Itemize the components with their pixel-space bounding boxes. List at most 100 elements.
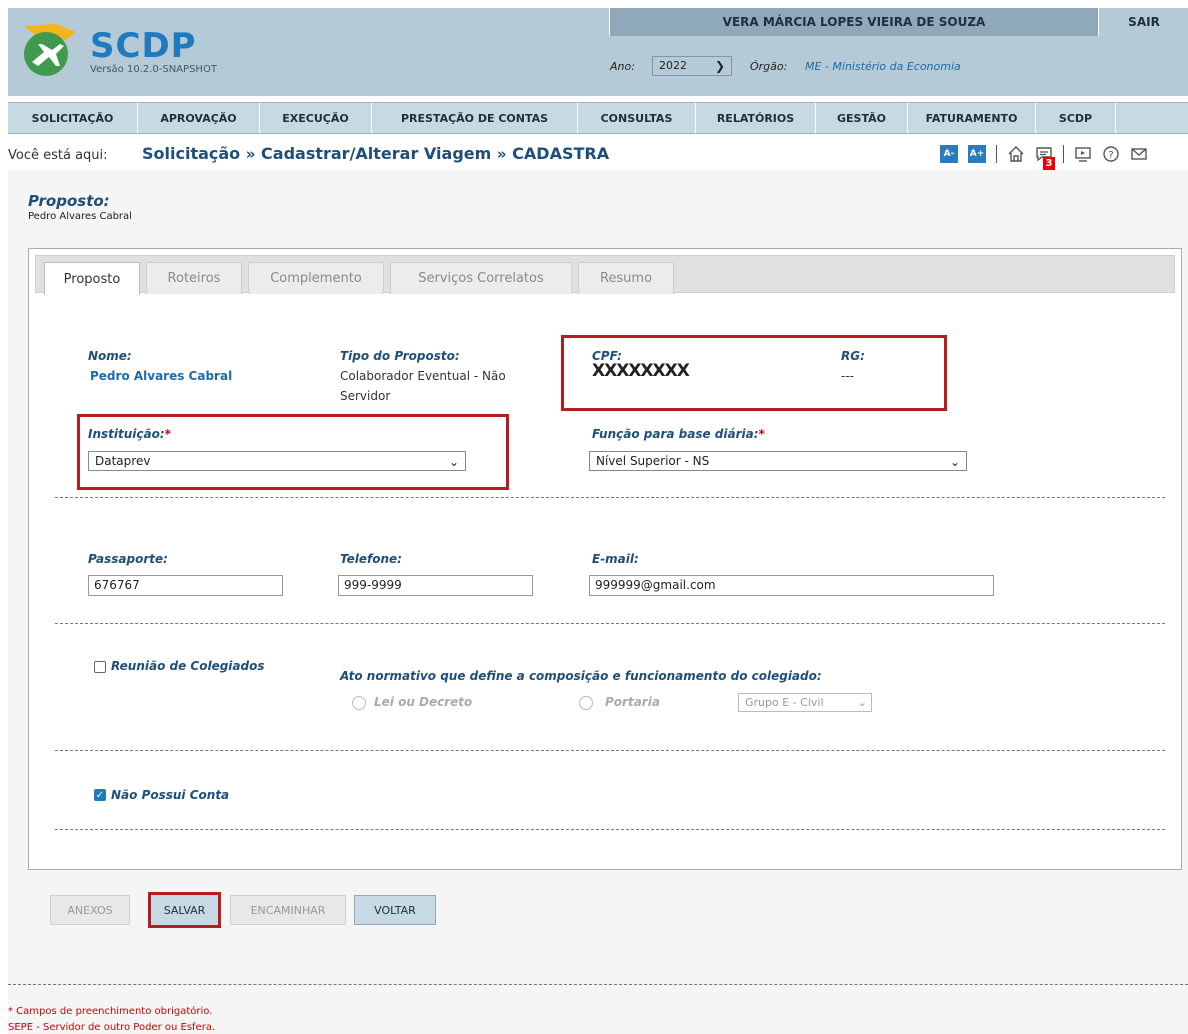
required-mark: * xyxy=(164,427,171,441)
font-decrease-button[interactable]: A- xyxy=(940,145,958,163)
funcao-select[interactable]: Nível Superior - NS ⌄ xyxy=(589,451,967,471)
section-divider xyxy=(55,829,1165,830)
breadcrumb-separator: » xyxy=(245,145,256,163)
nome-label: Nome: xyxy=(88,349,132,363)
menu-item-scdp[interactable]: SCDP xyxy=(1036,103,1116,133)
menu-item-solicitacao[interactable]: SOLICITAÇÃO xyxy=(8,103,138,133)
menu-item-consultas[interactable]: CONSULTAS xyxy=(578,103,696,133)
chevron-down-icon: ❯ xyxy=(714,59,725,73)
required-note: * Campos de preenchimento obrigatório. xyxy=(8,1006,213,1017)
messages-count-badge: 3 xyxy=(1043,157,1055,170)
footnotes: * Campos de preenchimento obrigatório. S… xyxy=(8,1004,215,1034)
tab-complemento[interactable]: Complemento xyxy=(248,262,384,294)
required-mark: * xyxy=(758,427,765,441)
email-input[interactable]: 999999@gmail.com xyxy=(589,575,994,596)
section-divider xyxy=(55,750,1165,751)
section-divider xyxy=(55,497,1165,498)
tab-proposto[interactable]: Proposto xyxy=(44,262,140,295)
tab-servicos-correlatos[interactable]: Serviços Correlatos xyxy=(390,262,572,294)
chevron-down-icon: ⌄ xyxy=(448,455,459,469)
main-menu: SOLICITAÇÃO APROVAÇÃO EXECUÇÃO PRESTAÇÃO… xyxy=(8,102,1188,134)
rg-value: --- xyxy=(841,369,854,383)
app-header: SCDP Versão 10.2.0-SNAPSHOT VERA MÁRCIA … xyxy=(8,8,1188,96)
menu-item-execucao[interactable]: EXECUÇÃO xyxy=(260,103,372,133)
voltar-button[interactable]: VOLTAR xyxy=(354,895,436,925)
proposto-title: Proposto: xyxy=(28,192,110,210)
nome-value: Pedro Alvares Cabral xyxy=(90,369,233,383)
toolbar-divider xyxy=(1063,145,1064,163)
font-increase-button[interactable]: A+ xyxy=(968,145,986,163)
email-label: E-mail: xyxy=(592,552,639,566)
portaria-radio[interactable] xyxy=(579,696,593,710)
toolbar: A- A+ 3 ? xyxy=(940,143,1148,170)
scdp-logo-icon xyxy=(24,24,76,76)
org-label: Órgão: xyxy=(750,60,788,73)
chevron-down-icon: ⌄ xyxy=(949,455,960,469)
tab-resumo[interactable]: Resumo xyxy=(578,262,674,294)
app-version: Versão 10.2.0-SNAPSHOT xyxy=(90,64,217,75)
toolbar-divider xyxy=(996,145,997,163)
telefone-input[interactable]: 999-9999 xyxy=(338,575,533,596)
anexos-button[interactable]: ANEXOS xyxy=(50,895,130,925)
ato-normativo-label: Ato normativo que define a composição e … xyxy=(340,669,822,683)
grupo-select[interactable]: Grupo E - Civil ⌄ xyxy=(738,693,872,712)
grupo-value: Grupo E - Civil xyxy=(745,696,824,709)
tab-roteiros[interactable]: Roteiros xyxy=(146,262,242,294)
tipo-proposto-label: Tipo do Proposto: xyxy=(340,349,460,363)
lei-decreto-radio[interactable] xyxy=(352,696,366,710)
sepe-note: SEPE - Servidor de outro Poder ou Esfera… xyxy=(8,1022,216,1033)
tipo-proposto-value: Colaborador Eventual - Não Servidor xyxy=(340,369,506,403)
tab-bar: Proposto Roteiros Complemento Serviços C… xyxy=(35,255,1175,295)
logout-link[interactable]: SAIR xyxy=(1100,8,1188,36)
instituicao-value: Dataprev xyxy=(95,454,151,468)
funcao-label-text: Função para base diária: xyxy=(592,427,759,441)
menu-item-aprovacao[interactable]: APROVAÇÃO xyxy=(138,103,260,133)
portaria-label: Portaria xyxy=(605,695,660,709)
menu-item-prestacao-contas[interactable]: PRESTAÇÃO DE CONTAS xyxy=(372,103,578,133)
year-value: 2022 xyxy=(659,59,687,72)
reuniao-label: Reunião de Colegiados xyxy=(111,659,265,673)
org-link[interactable]: ME - Ministério da Economia xyxy=(805,60,961,73)
messages-button[interactable]: 3 xyxy=(1035,145,1055,170)
user-name: VERA MÁRCIA LOPES VIEIRA DE SOUZA xyxy=(609,8,1099,36)
form-panel: Proposto Roteiros Complemento Serviços C… xyxy=(28,248,1182,870)
svg-text:?: ? xyxy=(1108,150,1113,161)
home-icon[interactable] xyxy=(1007,145,1025,163)
passaporte-input[interactable]: 676767 xyxy=(88,575,283,596)
telefone-label: Telefone: xyxy=(340,552,402,566)
menu-item-faturamento[interactable]: FATURAMENTO xyxy=(908,103,1036,133)
lei-decreto-label: Lei ou Decreto xyxy=(374,695,473,709)
instituicao-label-text: Instituição: xyxy=(88,427,165,441)
menu-item-relatorios[interactable]: RELATÓRIOS xyxy=(696,103,816,133)
cpf-value: XXXXXXXX xyxy=(592,361,690,381)
instituicao-label: Instituição:* xyxy=(88,427,171,441)
breadcrumb: Solicitação » Cadastrar/Alterar Viagem »… xyxy=(142,144,609,163)
nao-possui-conta-checkbox[interactable]: ✓ xyxy=(94,789,106,801)
footer-divider xyxy=(8,984,1188,985)
breadcrumb-item[interactable]: Solicitação xyxy=(142,144,240,163)
encaminhar-button[interactable]: ENCAMINHAR xyxy=(230,895,346,925)
breadcrumb-item: CADASTRA xyxy=(512,144,610,163)
funcao-value: Nível Superior - NS xyxy=(596,454,710,468)
mail-icon[interactable] xyxy=(1130,145,1148,163)
breadcrumb-item[interactable]: Cadastrar/Alterar Viagem xyxy=(261,144,491,163)
video-icon[interactable] xyxy=(1074,145,1092,163)
app-brand: SCDP xyxy=(90,26,197,66)
menu-item-gestao[interactable]: GESTÃO xyxy=(816,103,908,133)
chevron-down-icon: ⌄ xyxy=(857,696,867,709)
nao-possui-conta-label: Não Possui Conta xyxy=(111,788,230,802)
year-label: Ano: xyxy=(610,60,635,73)
funcao-label: Função para base diária:* xyxy=(592,427,765,441)
rg-label: RG: xyxy=(841,349,865,363)
proposto-name: Pedro Alvares Cabral xyxy=(28,211,132,222)
instituicao-select[interactable]: Dataprev ⌄ xyxy=(88,451,466,471)
year-select[interactable]: 2022 ❯ xyxy=(652,56,732,76)
section-divider xyxy=(55,623,1165,624)
reuniao-checkbox[interactable] xyxy=(94,661,106,673)
salvar-button[interactable]: SALVAR xyxy=(148,892,221,928)
content-area: Proposto: Pedro Alvares Cabral Proposto … xyxy=(8,170,1188,1034)
help-icon[interactable]: ? xyxy=(1102,145,1120,163)
breadcrumb-prefix: Você está aqui: xyxy=(8,148,108,163)
passaporte-label: Passaporte: xyxy=(88,552,168,566)
breadcrumb-separator: » xyxy=(496,145,507,163)
